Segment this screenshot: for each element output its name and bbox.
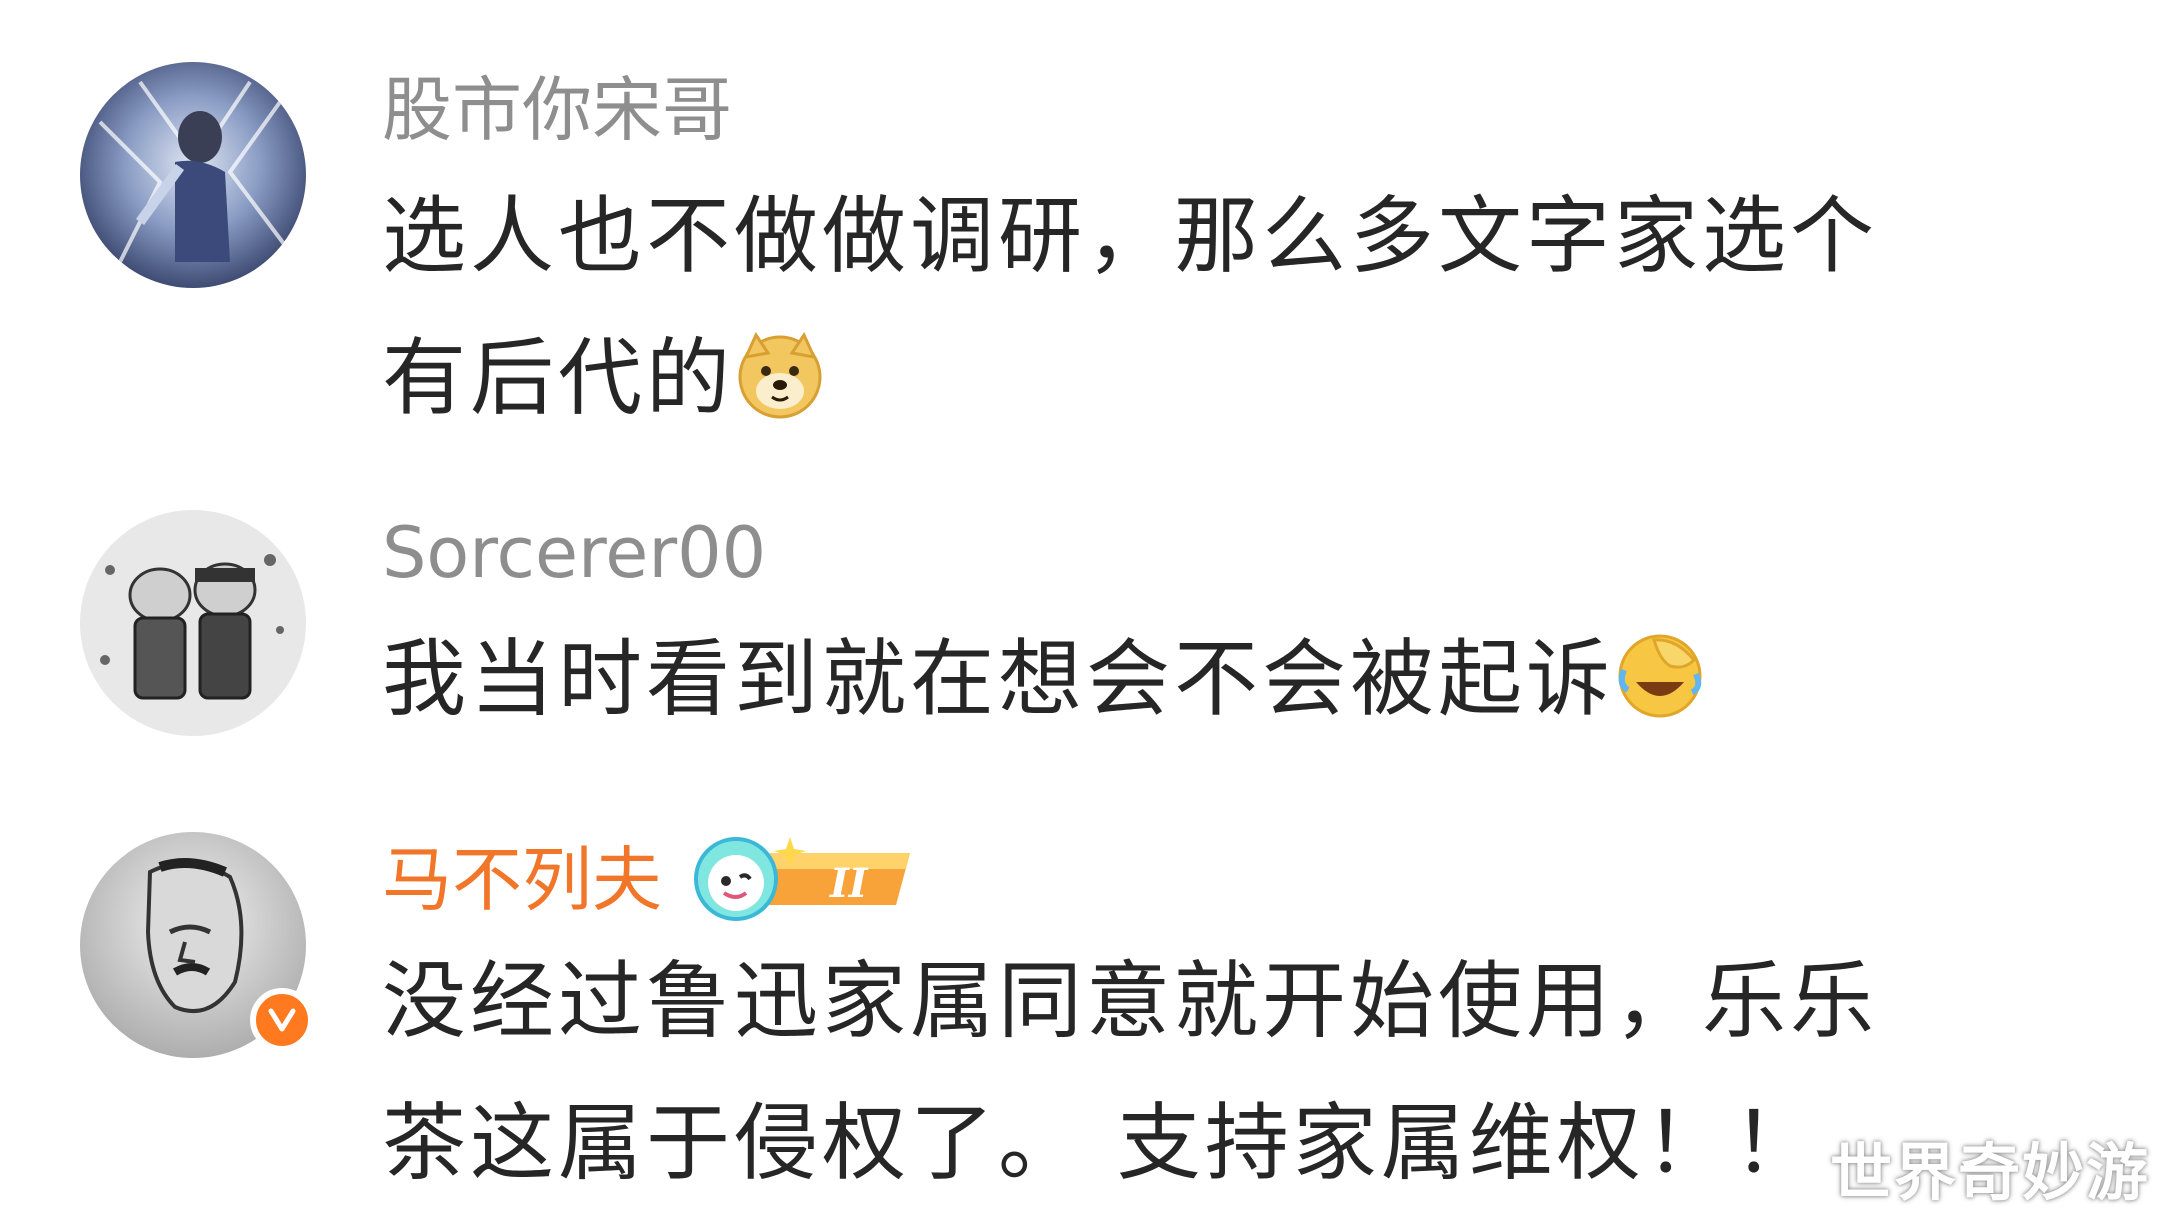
comment-text: 选人也不做做调研，那么多文字家选个 有后代的 — [382, 165, 2082, 449]
avatar-image — [80, 510, 306, 736]
comment-text: 没经过鲁迅家属同意就开始使用，乐乐 茶这属于侵权了。 支持家属维权！！ — [382, 930, 2082, 1214]
username[interactable]: 马不列夫 — [382, 839, 662, 921]
comment-line-text: 有后代的 — [382, 329, 735, 427]
avatar[interactable] — [80, 62, 306, 288]
watermark: 世界奇妙游 — [1829, 1136, 2150, 1209]
member-badge: II — [684, 833, 916, 937]
comment-line-text: 我当时看到就在想会不会被起诉 — [382, 630, 1615, 728]
username-row: 马不列夫 II — [382, 833, 916, 937]
comment-line: 选人也不做做调研，那么多文字家选个 — [382, 187, 1879, 285]
avatar-image — [80, 62, 306, 288]
avatar[interactable] — [80, 510, 306, 736]
comment-line: 茶这属于侵权了。 支持家属维权！！ — [382, 1094, 1821, 1192]
doge-emoji-icon — [738, 331, 822, 419]
comment-line: 有后代的 — [382, 307, 2082, 449]
comment-line: 没经过鲁迅家属同意就开始使用，乐乐 — [382, 952, 1879, 1050]
badge-level: II — [829, 860, 869, 907]
comment-text: 我当时看到就在想会不会被起诉 — [382, 608, 2082, 750]
username[interactable]: 股市你宋哥 — [382, 70, 732, 150]
avatar[interactable] — [80, 832, 314, 1058]
laugh-cry-emoji-icon — [1618, 634, 1702, 718]
username[interactable]: Sorcerer00 — [382, 513, 766, 593]
comment-line: 我当时看到就在想会不会被起诉 — [382, 608, 2082, 750]
verified-badge-icon — [250, 988, 314, 1052]
